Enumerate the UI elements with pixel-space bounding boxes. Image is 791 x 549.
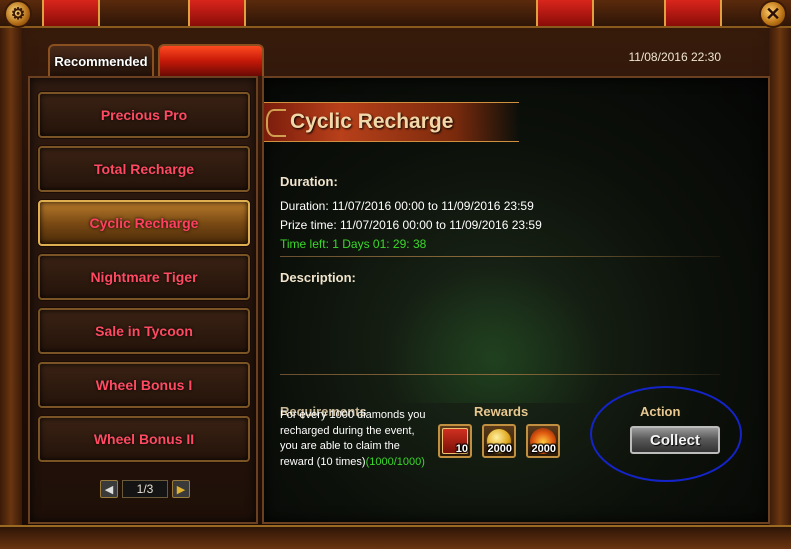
- page-indicator: 1/3: [122, 480, 168, 498]
- section-divider: [280, 256, 720, 257]
- reward-quantity: 2000: [487, 443, 512, 455]
- prev-page-button[interactable]: ◀: [100, 480, 118, 498]
- duration-text: Duration: 11/07/2016 00:00 to 11/09/2016…: [280, 199, 534, 213]
- description-heading: Description:: [280, 270, 356, 285]
- menu-item-wheel-bonus-2[interactable]: Wheel Bonus II: [38, 416, 250, 462]
- settings-gear-icon[interactable]: ⚙: [4, 0, 32, 28]
- pager: ◀ 1/3 ▶: [100, 480, 190, 498]
- requirement-progress: (1000/1000): [365, 455, 425, 468]
- event-title-banner: Cyclic Recharge: [264, 102, 519, 142]
- left-pillar-decoration: [0, 28, 22, 538]
- event-list-panel: Precious Pro Total Recharge Cyclic Recha…: [28, 76, 258, 524]
- right-pillar-decoration: [769, 28, 791, 538]
- time-left-text: Time left: 1 Days 01: 29: 38: [280, 237, 427, 251]
- menu-item-nightmare-tiger[interactable]: Nightmare Tiger: [38, 254, 250, 300]
- rewards-heading: Rewards: [474, 404, 529, 419]
- reward-slot[interactable]: 2000: [526, 424, 560, 458]
- menu-item-sale-in-tycoon[interactable]: Sale in Tycoon: [38, 308, 250, 354]
- section-divider: [280, 374, 720, 375]
- red-banner-decoration: [664, 0, 722, 26]
- next-page-button[interactable]: ▶: [172, 480, 190, 498]
- menu-item-total-recharge[interactable]: Total Recharge: [38, 146, 250, 192]
- close-button[interactable]: ✕: [759, 0, 787, 28]
- event-title: Cyclic Recharge: [290, 110, 454, 133]
- banner-ornament-icon: [266, 109, 286, 137]
- bottom-ornament-bar: [0, 525, 791, 549]
- menu-item-cyclic-recharge[interactable]: Cyclic Recharge: [38, 200, 250, 246]
- red-banner-decoration: [42, 0, 100, 26]
- annotation-highlight-circle: [590, 386, 742, 482]
- red-banner-decoration: [536, 0, 594, 26]
- reward-slot[interactable]: 2000: [482, 424, 516, 458]
- server-timestamp: 11/08/2016 22:30: [628, 50, 721, 64]
- reward-quantity: 2000: [531, 443, 556, 455]
- duration-heading: Duration:: [280, 174, 338, 189]
- background-forest-art: [384, 263, 604, 403]
- reward-quantity: 10: [455, 443, 468, 455]
- tab-secondary[interactable]: [158, 44, 264, 76]
- reward-slot[interactable]: 10: [438, 424, 472, 458]
- requirement-description: For every 1000 diamonds you recharged du…: [280, 408, 432, 470]
- menu-item-precious-pro[interactable]: Precious Pro: [38, 92, 250, 138]
- prize-time-text: Prize time: 11/07/2016 00:00 to 11/09/20…: [280, 218, 542, 232]
- red-banner-decoration: [188, 0, 246, 26]
- tab-recommended[interactable]: Recommended: [48, 44, 154, 76]
- menu-item-wheel-bonus-1[interactable]: Wheel Bonus I: [38, 362, 250, 408]
